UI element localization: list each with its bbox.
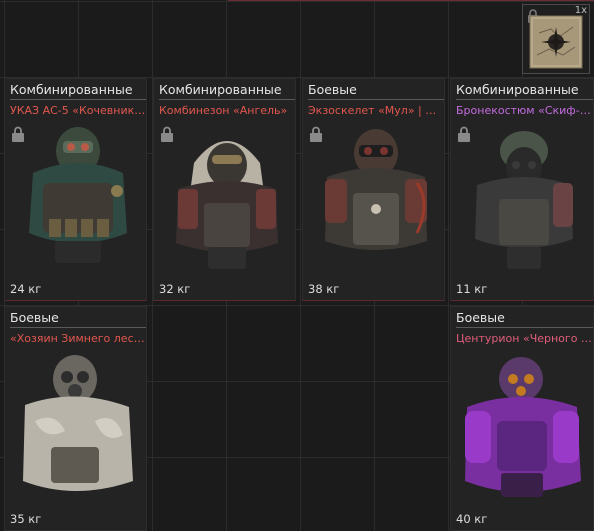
divider xyxy=(159,99,295,100)
armor-suit-image xyxy=(23,355,133,491)
inventory-item-map[interactable]: 1x xyxy=(522,4,590,74)
divider xyxy=(456,327,593,328)
divider xyxy=(308,99,444,100)
item-category: Комбинированные xyxy=(159,82,282,97)
armor-suit-image xyxy=(325,129,427,250)
armor-suit-image xyxy=(176,141,278,269)
item-category: Боевые xyxy=(456,310,505,325)
item-name: УКАЗ АС-5 «Кочевник»... xyxy=(10,104,146,117)
item-category: Боевые xyxy=(10,310,59,325)
item-weight: 35 кг xyxy=(10,512,42,526)
armor-suit-image xyxy=(475,131,573,269)
item-category: Комбинированные xyxy=(10,82,133,97)
item-weight: 38 кг xyxy=(308,282,340,296)
item-weight: 11 кг xyxy=(456,282,488,296)
item-name: «Хозяин Зимнего леса»... xyxy=(10,332,146,345)
item-category: Боевые xyxy=(308,82,357,97)
inventory-item-card[interactable]: Комбинированные Комбинезон «Ангель» 32 к… xyxy=(153,78,296,301)
armor-suit-image xyxy=(29,127,127,263)
inventory-item-card[interactable]: Комбинированные Бронекостюм «Скиф-2м... … xyxy=(450,78,594,301)
item-weight: 32 кг xyxy=(159,282,191,296)
inventory-item-card[interactable]: Боевые Экзоскелет «Мул» | +1... 38 кг xyxy=(302,78,445,301)
armor-suit-image xyxy=(465,357,581,497)
divider xyxy=(228,0,594,1)
item-name: Экзоскелет «Мул» | +1... xyxy=(308,104,444,117)
divider xyxy=(456,99,593,100)
item-name: Комбинезон «Ангель» xyxy=(159,104,288,117)
inventory-item-card[interactable]: Комбинированные УКАЗ АС-5 «Кочевник»... … xyxy=(4,78,147,301)
item-name: Бронекостюм «Скиф-2м... xyxy=(456,104,592,117)
inventory-item-card[interactable]: Боевые «Хозяин Зимнего леса»... 35 кг xyxy=(4,306,147,531)
map-icon xyxy=(529,15,583,69)
item-name: Центурион «Черного Ры... xyxy=(456,332,592,345)
divider xyxy=(10,99,146,100)
divider xyxy=(10,327,146,328)
item-weight: 24 кг xyxy=(10,282,42,296)
inventory-item-card[interactable]: Боевые Центурион «Черного Ры... 40 кг xyxy=(450,306,594,531)
item-weight: 40 кг xyxy=(456,512,488,526)
item-category: Комбинированные xyxy=(456,82,579,97)
